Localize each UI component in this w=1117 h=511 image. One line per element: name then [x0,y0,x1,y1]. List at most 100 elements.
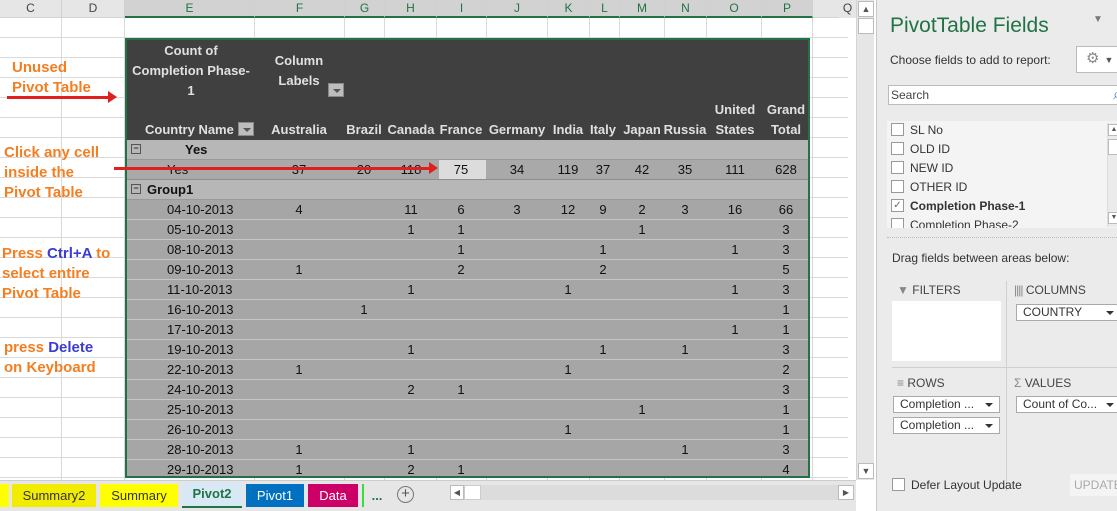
tools-gear-button[interactable]: ⚙ ▼ [1076,46,1117,73]
pivot-data-row[interactable]: 19-10-2013 1 1 1 3 [127,340,808,360]
scroll-up-button[interactable]: ▲ [858,1,874,17]
sheet-tab-data[interactable]: Data [308,484,358,507]
field-item[interactable]: OTHER ID [891,178,967,197]
column-header-g[interactable]: G [345,0,385,18]
value-cell[interactable]: 4 [766,460,806,476]
collapse-icon[interactable]: − [131,144,141,154]
field-item[interactable]: NEW ID [891,159,953,178]
pivot-data-row[interactable]: 29-10-2013 1 2 1 4 [127,460,808,476]
column-header-d[interactable]: D [62,0,125,18]
pivot-data-row[interactable]: 08-10-2013 1 1 1 3 [127,240,808,260]
value-cell[interactable]: 1 [766,400,806,419]
value-cell[interactable]: 1 [665,340,705,359]
value-cell[interactable]: 1 [583,340,623,359]
pivot-group-row[interactable]: − Group1 [127,180,808,200]
value-cell[interactable]: 2 [622,200,662,219]
value-cell[interactable]: 1 [766,300,806,319]
columns-drop-area[interactable]: COUNTRY [1010,301,1117,361]
value-cell[interactable]: 1 [279,360,319,379]
value-cell[interactable]: 9 [583,200,623,219]
value-cell[interactable]: 12 [548,200,588,219]
value-cell[interactable]: 1 [441,460,481,476]
columns-field-country[interactable]: COUNTRY [1016,304,1117,321]
value-cell[interactable]: 1 [548,360,588,379]
value-cell[interactable]: 3 [766,240,806,259]
vertical-scrollbar[interactable]: ▲ ▼ [856,0,874,480]
sheet-tab-pivot1[interactable]: Pivot1 [246,484,304,507]
value-cell[interactable]: 34 [497,160,537,179]
value-cell[interactable]: 1 [622,400,662,419]
value-cell[interactable]: 111 [715,160,755,179]
checkbox[interactable] [891,142,904,156]
field-item[interactable]: OLD ID [891,140,950,159]
new-sheet-plus-icon[interactable]: + [397,486,414,503]
rows-field-1[interactable]: Completion ... [893,396,1000,413]
value-cell[interactable]: 2 [766,360,806,379]
filters-drop-area[interactable] [892,301,1001,361]
field-item[interactable]: SL No [891,121,943,140]
value-cell[interactable]: 119 [548,160,588,179]
value-cell[interactable]: 2 [441,260,481,279]
value-cell[interactable]: 6 [441,200,481,219]
value-cell[interactable]: 1 [441,220,481,239]
column-header-n[interactable]: N [665,0,707,18]
value-cell[interactable]: 3 [665,200,705,219]
field-scroll-up[interactable]: ▲ [1108,124,1117,136]
value-cell[interactable]: 3 [766,380,806,399]
value-cell[interactable]: 1 [548,280,588,299]
value-cell[interactable]: 1 [391,280,431,299]
column-header-m[interactable]: M [620,0,665,18]
sheet-tab-summary2[interactable]: Summary2 [12,484,96,507]
hscroll-thumb[interactable] [464,485,481,500]
value-cell[interactable]: 1 [583,240,623,259]
column-header-f[interactable]: F [255,0,345,18]
pivot-data-row[interactable]: 26-10-2013 1 1 [127,420,808,440]
value-cell[interactable]: 16 [715,200,755,219]
value-cell[interactable]: 628 [766,160,806,179]
value-cell[interactable]: 1 [715,240,755,259]
value-cell[interactable]: 3 [497,200,537,219]
checkbox[interactable] [891,123,904,137]
value-cell[interactable]: 4 [279,200,319,219]
value-cell[interactable]: 37 [583,160,623,179]
column-header-e[interactable]: E [125,0,255,18]
value-cell[interactable]: 35 [665,160,705,179]
column-header-h[interactable]: H [385,0,437,18]
value-cell[interactable]: 1 [279,440,319,459]
value-cell[interactable]: 1 [391,440,431,459]
value-cell[interactable]: 1 [391,220,431,239]
checkbox-checked[interactable]: ✓ [891,199,904,213]
horizontal-scrollbar[interactable]: ◀ ▶ [450,485,854,500]
value-cell[interactable]: 3 [766,340,806,359]
scroll-thumb[interactable] [858,18,874,34]
column-header-c[interactable]: C [0,0,62,18]
pivot-data-row[interactable]: 22-10-2013 1 1 2 [127,360,808,380]
value-cell[interactable]: 1 [715,320,755,339]
scroll-down-button[interactable]: ▼ [858,463,874,479]
value-cell[interactable]: 1 [766,420,806,439]
value-cell[interactable]: 1 [548,420,588,439]
pivot-group-row[interactable]: − Yes [127,140,808,160]
value-cell[interactable]: 5 [766,260,806,279]
pivot-data-row[interactable]: 11-10-2013 1 1 1 3 [127,280,808,300]
sheet-tab-partial[interactable] [0,484,9,507]
pane-options-dropdown-icon[interactable]: ▼ [1093,14,1103,25]
value-cell[interactable]: 11 [391,200,431,219]
sheet-tab-pivot2[interactable]: Pivot2 [182,482,242,508]
field-list[interactable]: SL No OLD ID NEW ID OTHER ID ✓ Completion Pha… [887,121,1117,228]
defer-layout-update-checkbox[interactable]: Defer Layout Update [892,478,1022,492]
scroll-left-button[interactable]: ◀ [450,485,464,500]
value-cell[interactable]: 1 [766,320,806,339]
column-header-i[interactable]: I [437,0,487,18]
value-cell[interactable]: 3 [766,280,806,299]
checkbox[interactable] [892,478,905,492]
value-cell[interactable]: 1 [622,220,662,239]
field-list-scrollbar[interactable]: ▲ ▼ [1107,123,1117,227]
value-cell[interactable]: 2 [391,460,431,476]
checkbox[interactable] [891,180,904,194]
value-cell[interactable]: 1 [665,440,705,459]
checkbox[interactable] [891,161,904,175]
field-item[interactable]: ✓ Completion Phase-1 [891,197,1025,216]
field-scroll-down[interactable]: ▼ [1108,212,1117,224]
scroll-right-button[interactable]: ▶ [838,485,854,500]
